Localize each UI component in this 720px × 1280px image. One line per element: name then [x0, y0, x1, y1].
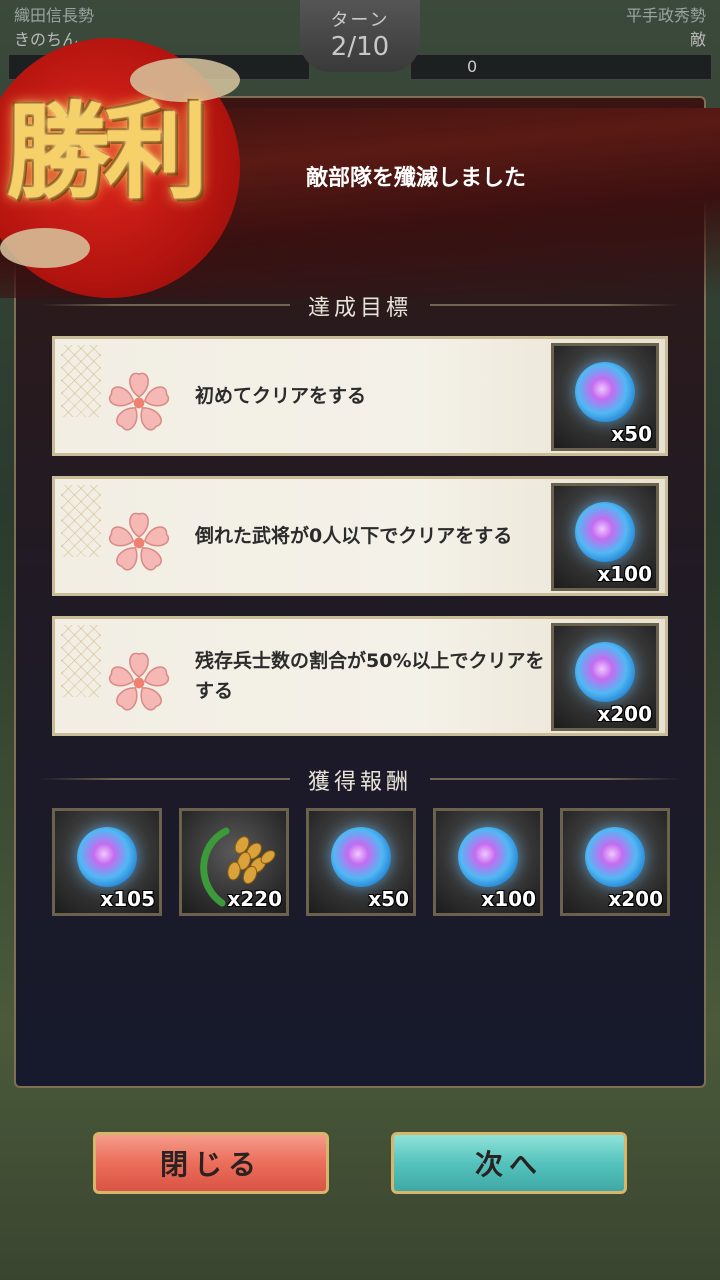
earned-reward[interactable]: x105 — [52, 808, 162, 916]
divider — [430, 304, 680, 306]
reward-quantity: x220 — [227, 887, 282, 911]
earned-reward[interactable]: x220 — [179, 808, 289, 916]
enemy-hp-value: 0 — [467, 57, 478, 76]
objective-text: 残存兵士数の割合が50%以上でクリアをする — [195, 650, 545, 702]
enemy-faction-name: 平手政秀勢 — [625, 6, 706, 25]
rewards-title: 獲得報酬 — [307, 770, 412, 795]
enemy-label: 敵 — [689, 30, 706, 49]
cloud-ornament-icon — [0, 228, 90, 268]
spirit-orb-icon — [575, 641, 635, 702]
objective-card: 倒れた武将が0人以下でクリアをする x100 — [52, 476, 668, 596]
objective-reward[interactable]: x100 — [551, 483, 659, 591]
spirit-orb-icon — [585, 826, 645, 887]
lattice-pattern — [61, 485, 101, 557]
result-message: 敵部隊を殲滅しました — [306, 166, 527, 191]
lattice-pattern — [61, 345, 101, 417]
earned-rewards-list: x105 x220 x50 x100 x200 — [52, 808, 672, 918]
divider — [40, 304, 290, 306]
reward-quantity: x50 — [611, 422, 652, 446]
next-button[interactable]: 次へ — [391, 1132, 627, 1194]
spirit-orb-icon — [458, 826, 518, 887]
objective-text: 初めてクリアをする — [195, 385, 367, 407]
sakura-icon — [108, 372, 170, 431]
rewards-heading: 獲得報酬 — [40, 764, 680, 796]
objectives-title: 達成目標 — [307, 296, 412, 321]
spirit-orb-icon — [77, 826, 137, 887]
objectives-heading: 達成目標 — [40, 290, 680, 322]
objective-text: 倒れた武将が0人以下でクリアをする — [195, 525, 513, 547]
reward-quantity: x50 — [368, 887, 409, 911]
objective-card: 初めてクリアをする x50 — [52, 336, 668, 456]
earned-reward[interactable]: x100 — [433, 808, 543, 916]
spirit-orb-icon — [331, 826, 391, 887]
objective-reward[interactable]: x200 — [551, 623, 659, 731]
reward-quantity: x105 — [100, 887, 155, 911]
sakura-icon — [108, 652, 170, 711]
earned-reward[interactable]: x200 — [560, 808, 670, 916]
ally-faction-name: 織田信長勢 — [14, 6, 95, 25]
earned-reward[interactable]: x50 — [306, 808, 416, 916]
objective-reward[interactable]: x50 — [551, 343, 659, 451]
lattice-pattern — [61, 625, 101, 697]
divider — [40, 778, 290, 780]
reward-quantity: x100 — [597, 562, 652, 586]
close-button[interactable]: 閉じる — [93, 1132, 329, 1194]
reward-quantity: x200 — [597, 702, 652, 726]
reward-quantity: x200 — [608, 887, 663, 911]
divider — [430, 778, 680, 780]
sakura-icon — [108, 512, 170, 571]
turn-label: ターン — [330, 10, 390, 31]
spirit-orb-icon — [575, 501, 635, 562]
reward-quantity: x100 — [481, 887, 536, 911]
victory-title: 勝利 — [6, 90, 208, 213]
turn-value: 2/10 — [330, 32, 390, 62]
objective-card: 残存兵士数の割合が50%以上でクリアをする x200 — [52, 616, 668, 736]
enemy-hp-bar: 0 — [410, 54, 712, 80]
spirit-orb-icon — [575, 361, 635, 422]
turn-counter: ターン 2/10 — [300, 0, 420, 72]
